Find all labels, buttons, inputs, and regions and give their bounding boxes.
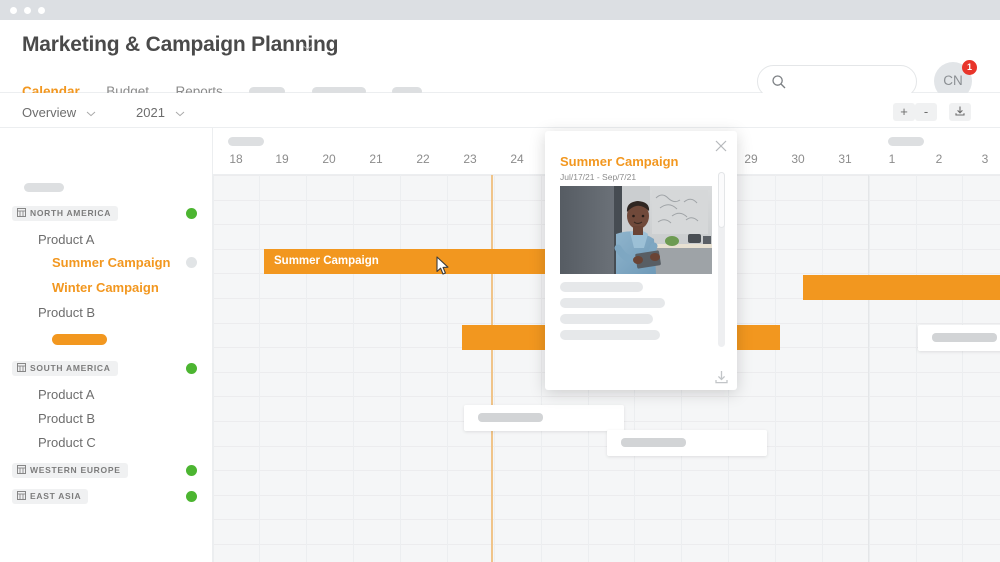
close-icon[interactable] [714,139,728,153]
month-divider-line [868,128,869,562]
campaign-detail-popup: Summer Campaign Jul/17/21 - Sep/7/21 [545,131,737,390]
grid-row-line [213,396,1000,397]
search-icon [771,74,787,90]
sidebar-item-product-b[interactable]: Product B [38,305,95,320]
popup-download-icon[interactable] [713,369,730,386]
bar-unnamed-2[interactable] [803,275,1000,300]
date-cell[interactable]: 3 [962,152,1000,166]
month-label-placeholder [228,137,264,146]
app-window: Marketing & Campaign Planning Calendar B… [0,0,1000,562]
date-cell[interactable]: 18 [213,152,259,166]
grid-row-line [213,544,1000,545]
date-cell[interactable]: 31 [822,152,868,166]
building-icon [17,208,26,218]
date-cell[interactable]: 30 [775,152,821,166]
sidebar-item-product-a[interactable]: Product A [38,232,94,247]
sidebar-placeholder [24,183,64,192]
grid-column-line [213,128,214,562]
card-placeholder-2[interactable] [607,430,767,456]
date-cell[interactable]: 23 [447,152,493,166]
popup-text-placeholder [560,282,643,292]
grid-column-line [916,128,917,562]
sidebar-item-winter-campaign[interactable]: Winter Campaign [52,280,159,295]
status-badge-inactive [186,257,197,268]
grid-column-line [306,128,307,562]
status-badge [186,491,197,502]
popup-text-placeholder [560,298,665,308]
sidebar-region-north-america[interactable]: NORTH AMERICA [12,205,119,222]
building-icon [17,363,26,373]
card-text-placeholder [478,413,543,422]
building-icon [17,465,26,475]
zoom-in-button[interactable]: + [893,103,915,121]
view-selector[interactable]: Overview [22,105,96,120]
sidebar-item-product-b[interactable]: Product B [38,411,95,426]
export-download-button[interactable] [949,103,971,121]
window-minimize-dot[interactable] [24,7,31,14]
window-titlebar [0,0,1000,20]
window-close-dot[interactable] [10,7,17,14]
sidebar-region-south-america[interactable]: SOUTH AMERICA [12,360,118,377]
date-cell[interactable]: 19 [259,152,305,166]
popup-date-range: Jul/17/21 - Sep/7/21 [560,172,637,182]
window-maximize-dot[interactable] [38,7,45,14]
sidebar-item-product-a[interactable]: Product A [38,387,94,402]
date-cell[interactable]: 2 [916,152,962,166]
popup-image [560,186,712,274]
region-pill: SOUTH AMERICA [12,361,118,377]
date-cell[interactable]: 1 [869,152,915,166]
grid-column-line [400,128,401,562]
month-label-placeholder [888,137,924,146]
popup-text-placeholder [560,314,653,324]
popup-scrollbar-thumb[interactable] [718,172,725,228]
year-chevron-down-icon [175,109,185,120]
card-text-placeholder [621,438,686,447]
status-badge [186,465,197,476]
sidebar-item-placeholder[interactable] [52,334,107,345]
building-icon [17,491,26,501]
region-pill: NORTH AMERICA [12,206,119,222]
grid-column-line [822,128,823,562]
region-pill: WESTERN EUROPE [12,463,128,479]
status-badge [186,208,197,219]
card-placeholder-3[interactable] [918,325,1000,351]
avatar-notification-badge: 1 [962,60,977,75]
sidebar-item-product-c[interactable]: Product C [38,435,96,450]
zoom-out-button[interactable]: - [915,103,937,121]
popup-title: Summer Campaign [560,154,679,169]
grid-column-line [869,128,870,562]
card-text-placeholder [932,333,997,342]
app-header: Marketing & Campaign Planning Calendar B… [0,20,1000,100]
grid-row-line [213,470,1000,471]
grid-column-line [353,128,354,562]
sidebar-region-east-asia[interactable]: EAST ASIA [12,488,89,505]
year-selector-label: 2021 [136,105,165,120]
sidebar-item-summer-campaign[interactable]: Summer Campaign [52,255,170,270]
status-badge [186,363,197,374]
view-selector-label: Overview [22,105,77,120]
date-cell[interactable]: 20 [306,152,352,166]
date-cell[interactable]: 21 [353,152,399,166]
popup-text-placeholder [560,330,660,340]
year-selector[interactable]: 2021 [136,105,185,120]
grid-column-line [259,128,260,562]
title-chevron-down-icon[interactable] [302,42,313,54]
grid-row-line [213,519,1000,520]
mouse-cursor [436,256,450,276]
grid-column-line [447,128,448,562]
sidebar-region-western-europe[interactable]: WESTERN EUROPE [12,462,128,479]
card-placeholder-1[interactable] [464,405,624,431]
page-title: Marketing & Campaign Planning [22,33,339,56]
region-pill: EAST ASIA [12,489,89,505]
grid-row-line [213,495,1000,496]
date-cell[interactable]: 22 [400,152,446,166]
date-cell[interactable]: 24 [494,152,540,166]
view-chevron-down-icon [86,109,96,120]
